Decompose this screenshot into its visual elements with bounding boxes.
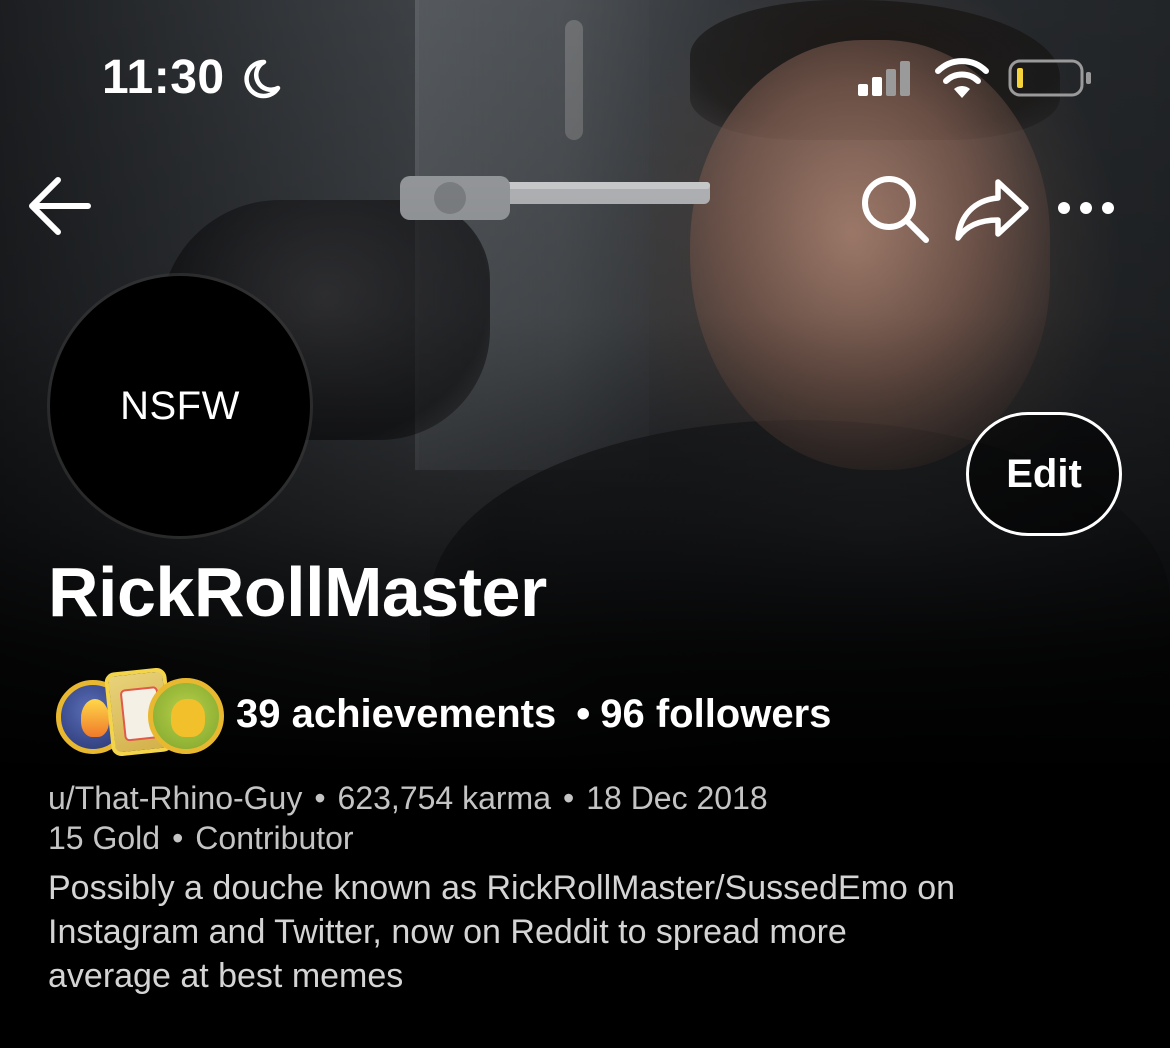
avatar[interactable]: NSFW — [50, 276, 310, 536]
signal-icon — [858, 61, 910, 96]
dog-achievement-badge — [148, 678, 224, 754]
separator-dot: • — [172, 820, 184, 856]
profile-meta-line: u/That-Rhino-Guy • 623,754 karma • 18 Dec 20… — [48, 780, 768, 817]
profile-bio: Possibly a douche known as RickRollMaste… — [48, 869, 956, 995]
status-time: 11:30 — [102, 51, 225, 104]
avatar-nsfw-label: NSFW — [120, 383, 240, 428]
contributor-label: Contributor — [195, 820, 354, 856]
separator-dot: • — [576, 692, 591, 736]
share-button[interactable] — [952, 176, 1032, 244]
search-icon — [862, 176, 929, 243]
dog-icon — [171, 699, 205, 737]
flame-icon — [81, 699, 109, 737]
edit-profile-button[interactable]: Edit — [966, 412, 1122, 536]
more-icon — [1058, 202, 1114, 214]
profile-meta-line: 15 Gold • Contributor — [48, 820, 354, 857]
back-arrow-icon — [29, 177, 91, 235]
join-date: 18 Dec 2018 — [586, 780, 768, 816]
moon-icon — [244, 59, 281, 99]
separator-dot: • — [314, 780, 326, 816]
username: u/That-Rhino-Guy — [48, 780, 303, 816]
back-button[interactable] — [22, 168, 98, 244]
profile-stats: 39 achievements • 96 followers — [236, 692, 831, 737]
separator-dot: • — [563, 780, 575, 816]
followers-count[interactable]: 96 followers — [600, 692, 831, 736]
achievements-count[interactable]: 39 achievements — [236, 692, 556, 736]
karma-count: 623,754 karma — [337, 780, 551, 816]
battery-icon — [1008, 59, 1091, 97]
profile-display-name: RickRollMaster — [48, 553, 547, 631]
more-options-button[interactable] — [1052, 186, 1120, 230]
gold-count: 15 Gold — [48, 820, 161, 856]
achievement-badges[interactable] — [56, 666, 224, 762]
search-button[interactable] — [858, 172, 932, 246]
wifi-icon — [935, 58, 989, 98]
share-icon — [955, 179, 1029, 241]
